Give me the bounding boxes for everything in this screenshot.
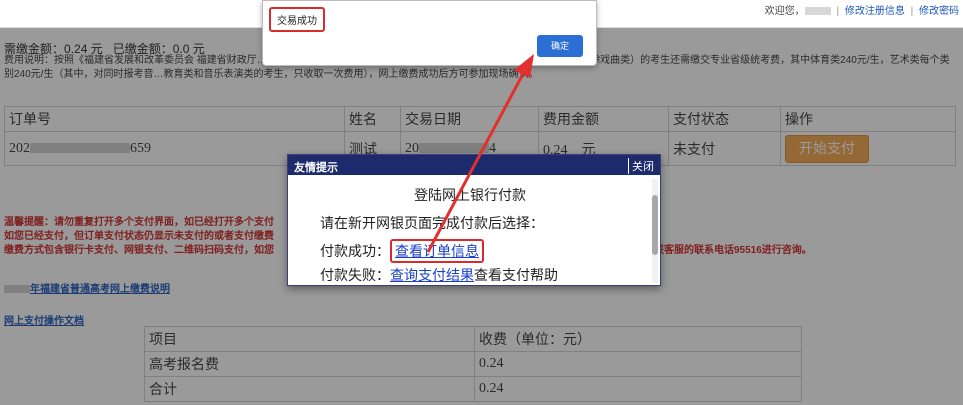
alert-dialog: 交易成功 确定 bbox=[262, 0, 597, 66]
modify-password-link[interactable]: 修改密码 bbox=[919, 6, 959, 17]
instruction-text: 请在新开网银页面完成付款后选择： bbox=[320, 215, 544, 231]
dialog-header: 友情提示 关闭 bbox=[288, 155, 660, 175]
username-redacted bbox=[804, 7, 831, 16]
user-links: 欢迎您， | 修改注册信息 | 修改密码 bbox=[764, 6, 959, 17]
view-order-link[interactable]: 查看订单信息 bbox=[395, 243, 479, 259]
success-row: 付款成功： 查看订单信息 bbox=[320, 239, 484, 263]
dialog-heading: 登陆网上银行付款 bbox=[414, 187, 526, 203]
dialog-body: 登陆网上银行付款 请在新开网银页面完成付款后选择： 付款成功： 查看订单信息 付款… bbox=[288, 175, 652, 285]
scrollbar-thumb[interactable] bbox=[652, 195, 658, 255]
modify-info-link[interactable]: 修改注册信息 bbox=[845, 6, 905, 17]
query-result-link[interactable]: 查询支付结果 bbox=[390, 267, 474, 283]
highlight-box: 查看订单信息 bbox=[390, 239, 484, 263]
dialog-title: 友情提示 bbox=[294, 162, 338, 174]
dialog-scrollbar[interactable] bbox=[652, 179, 658, 283]
alert-message: 交易成功 bbox=[269, 7, 325, 32]
fail-row: 付款失败：查询支付结果查看支付帮助 bbox=[320, 267, 558, 283]
welcome-text: 欢迎您， bbox=[764, 6, 805, 17]
friendly-prompt-dialog: 友情提示 关闭 登陆网上银行付款 请在新开网银页面完成付款后选择： 付款成功：查… bbox=[287, 154, 661, 286]
close-button[interactable]: 关闭 bbox=[628, 158, 654, 174]
confirm-button[interactable]: 确定 bbox=[537, 35, 583, 57]
